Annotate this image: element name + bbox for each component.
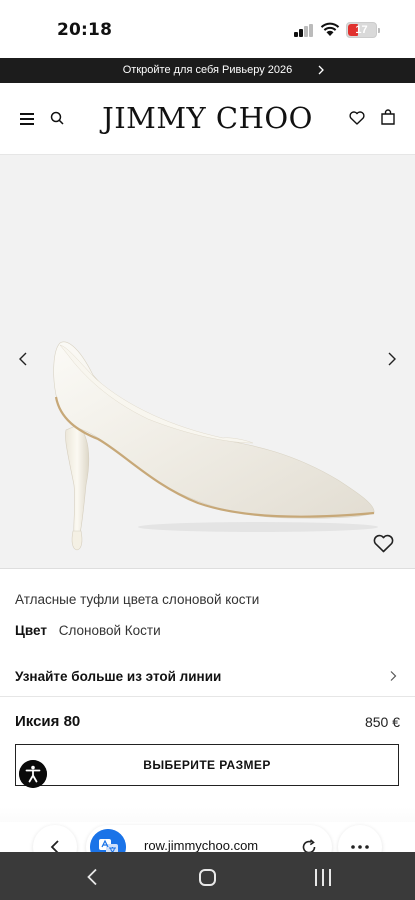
chevron-right-icon[interactable] xyxy=(385,351,399,367)
wifi-icon xyxy=(320,22,340,36)
signal-icon xyxy=(294,24,314,37)
chevron-right-icon xyxy=(390,671,397,681)
chevron-left-icon[interactable] xyxy=(16,351,30,367)
shopping-bag-icon[interactable] xyxy=(381,109,395,125)
status-bar: 20:18 17 xyxy=(0,0,415,58)
collection-line-link[interactable]: Узнайте больше из этой линии xyxy=(0,658,415,696)
color-row: Цвет Слоновой Кости xyxy=(15,623,161,638)
brand-logo[interactable]: JIMMY CHOO xyxy=(90,101,325,135)
search-icon[interactable] xyxy=(50,111,64,125)
system-nav-bar xyxy=(0,852,415,900)
menu-icon[interactable] xyxy=(20,113,34,125)
battery-tip xyxy=(378,28,380,33)
site-header: JIMMY CHOO xyxy=(0,83,415,155)
battery-level: 17 xyxy=(355,24,368,36)
product-image xyxy=(53,341,378,551)
url-text[interactable]: row.jimmychoo.com xyxy=(144,838,258,853)
nav-back-icon[interactable] xyxy=(86,868,98,886)
nav-home-icon[interactable] xyxy=(199,869,216,886)
battery-icon: 17 xyxy=(346,22,380,38)
collection-line-label[interactable]: Узнайте больше из этой линии xyxy=(15,669,221,684)
product-title: Иксия 80 xyxy=(15,713,81,730)
accessibility-icon[interactable] xyxy=(19,760,47,788)
promo-banner[interactable]: Откройте для себя Ривьеру 2026 xyxy=(0,58,415,83)
divider xyxy=(0,568,415,569)
color-value: Слоновой Кости xyxy=(58,623,161,638)
heart-icon[interactable] xyxy=(349,111,365,125)
product-description: Атласные туфли цвета слоновой кости xyxy=(15,592,260,607)
promo-text[interactable]: Откройте для себя Ривьеру 2026 xyxy=(0,64,415,76)
purchase-panel: Иксия 80 850 € ВЫБЕРИТЕ РАЗМЕР xyxy=(0,697,415,807)
chevron-right-icon xyxy=(318,65,324,75)
more-icon xyxy=(351,845,369,849)
heart-icon[interactable] xyxy=(373,534,394,553)
product-price: 850 € xyxy=(364,714,400,730)
status-time: 20:18 xyxy=(57,20,113,40)
select-size-button[interactable]: ВЫБЕРИТЕ РАЗМЕР xyxy=(15,744,399,786)
nav-recent-apps-icon[interactable] xyxy=(315,869,333,886)
color-label: Цвет xyxy=(15,623,47,638)
product-gallery[interactable] xyxy=(0,155,415,568)
